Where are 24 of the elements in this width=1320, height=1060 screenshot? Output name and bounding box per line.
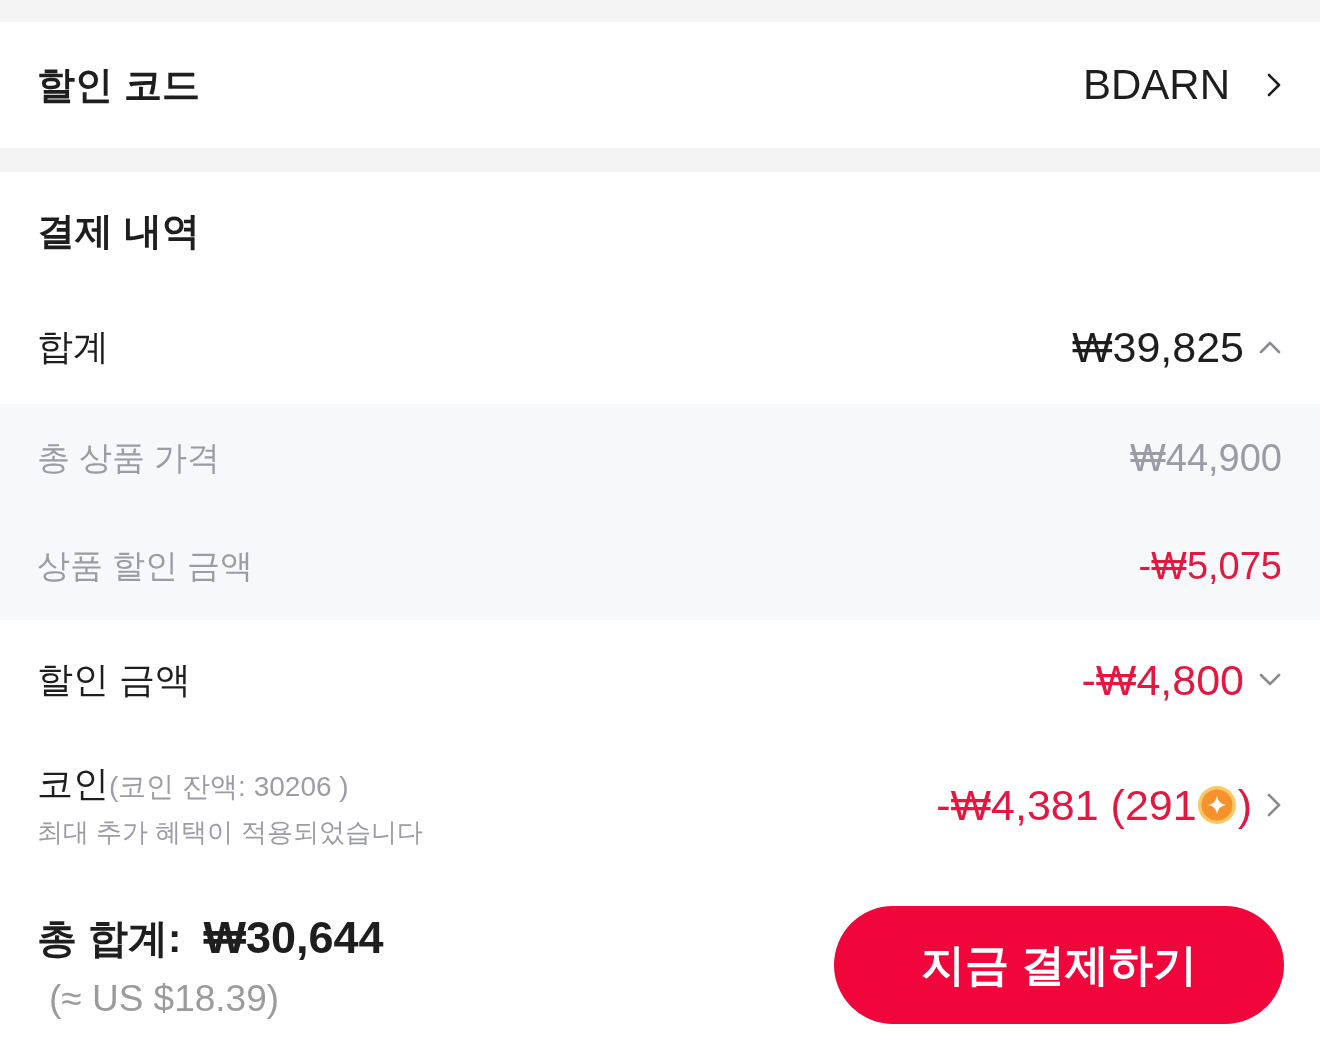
coin-discount-amount: -₩4,381 (291	[936, 780, 1197, 830]
coin-label: 코인	[37, 762, 109, 806]
breakdown-amount: -₩5,075	[1138, 544, 1282, 588]
coin-icon	[1196, 785, 1237, 825]
chevron-up-icon[interactable]	[1258, 339, 1282, 355]
coin-balance-note: (코인 잔액: 30206 )	[109, 770, 349, 804]
row-label: 합계	[37, 324, 109, 369]
grand-total-amount: ₩30,644	[203, 912, 384, 964]
chevron-down-icon[interactable]	[1258, 672, 1282, 688]
breakdown-label: 총 상품 가격	[37, 437, 221, 478]
breakdown-label: 상품 할인 금액	[37, 545, 254, 586]
chevron-right-icon[interactable]	[1266, 72, 1282, 98]
closing-parenthesis: )	[1237, 780, 1252, 830]
discount-code-value[interactable]: BDARN	[1082, 61, 1230, 109]
payment-details-title: 결제 내역	[37, 208, 200, 254]
benefit-note: 최대 추가 혜택이 적용되었습니다	[37, 816, 423, 849]
row-amount: -₩4,800	[1081, 655, 1244, 705]
breakdown-amount: ₩44,900	[1129, 436, 1282, 480]
usd-estimate: (≈ US $18.39)	[49, 977, 281, 1020]
discount-code-title: 할인 코드	[37, 62, 200, 108]
grand-total-label: 총 합계:	[37, 914, 182, 962]
row-label: 할인 금액	[37, 657, 191, 702]
row-amount: ₩39,825	[1071, 322, 1244, 372]
pay-now-button[interactable]: 지금 결제하기	[834, 906, 1284, 1024]
